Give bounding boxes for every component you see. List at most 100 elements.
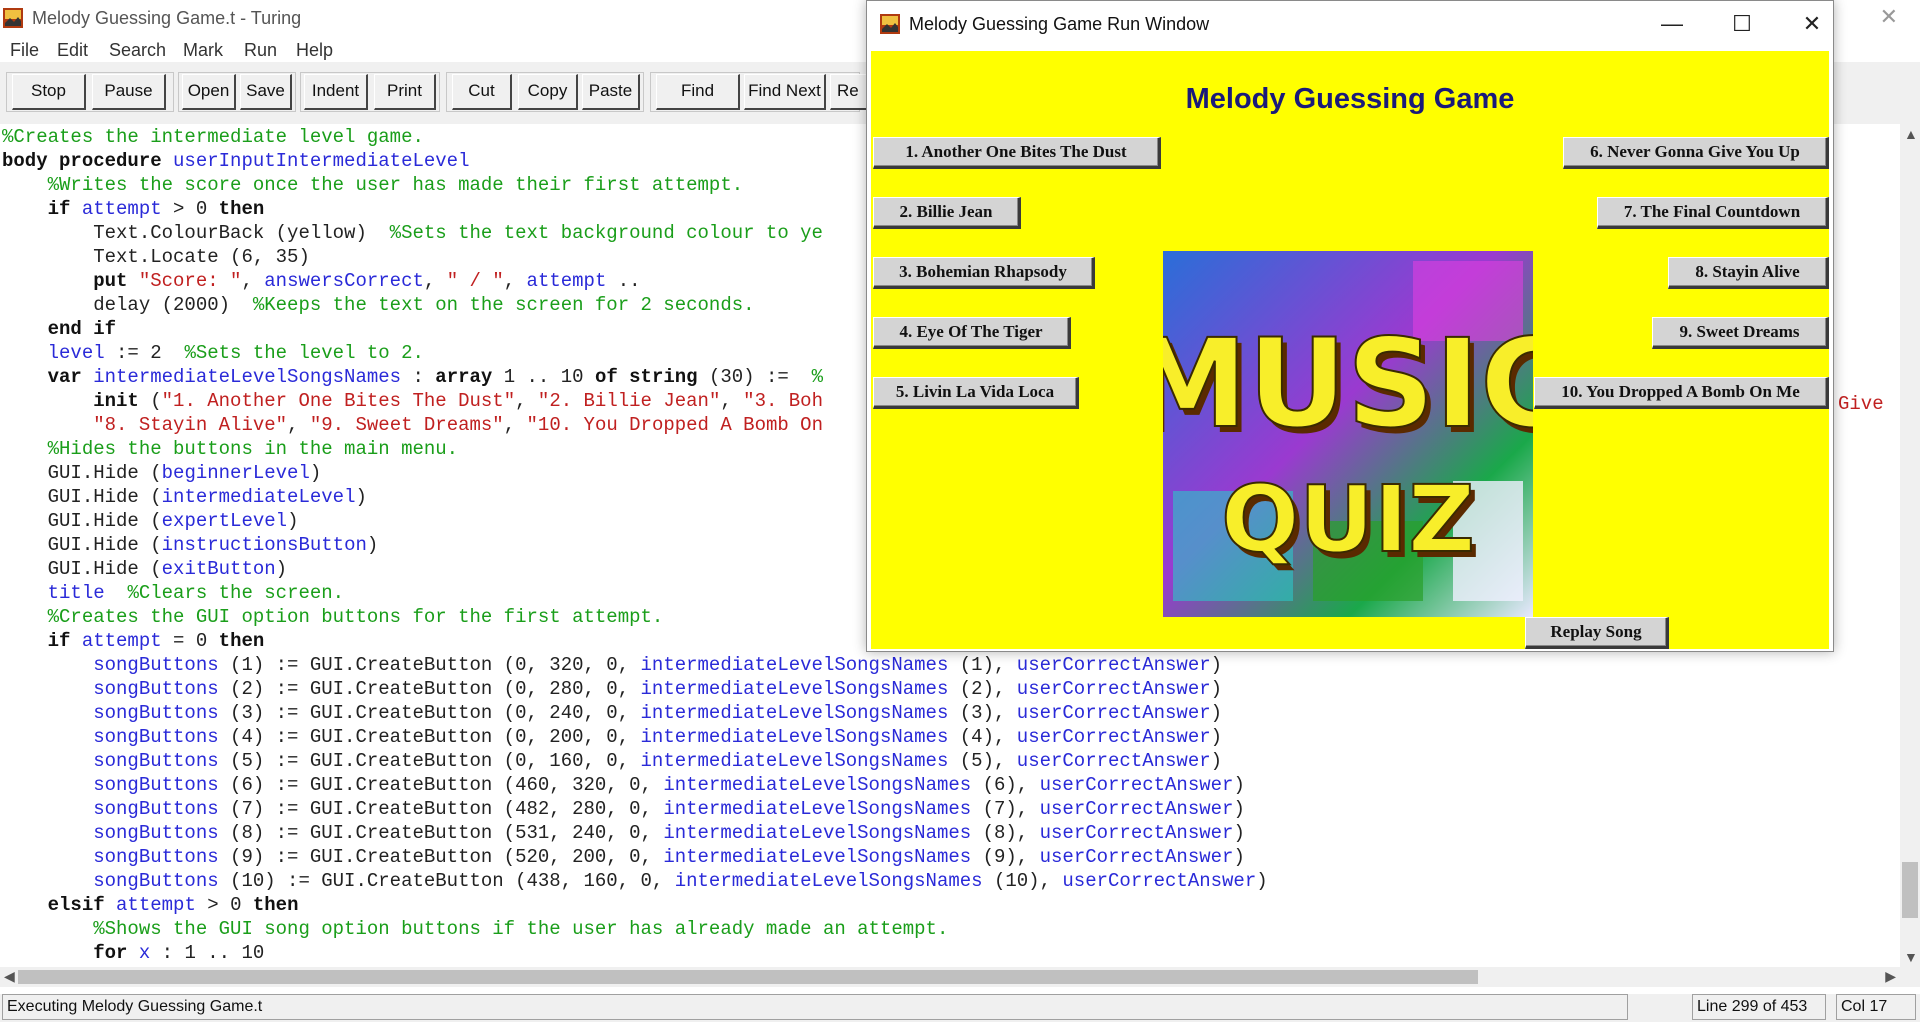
song-button-2[interactable]: 2. Billie Jean: [873, 197, 1021, 229]
code-token: %Writes the score once the user has made…: [47, 174, 744, 196]
code-token: 1 .. 10: [492, 366, 595, 388]
code-token: ,: [503, 270, 527, 292]
code-token: (10),: [982, 870, 1063, 892]
code-token: (4) := GUI.CreateButton (0, 200, 0,: [218, 726, 641, 748]
minimize-icon[interactable]: —: [1657, 9, 1687, 39]
replay-song-button[interactable]: Replay Song: [1525, 617, 1669, 649]
code-token: intermediateLevelSongsNames: [640, 702, 949, 724]
code-line: elsif attempt > 0 then: [2, 893, 299, 917]
code-token: (9),: [971, 846, 1040, 868]
scroll-left-icon[interactable]: ◀: [4, 968, 15, 985]
code-token: put: [93, 270, 139, 292]
code-token: level: [47, 342, 105, 364]
code-token: GUI.Hide (: [2, 486, 162, 508]
logo-quiz-text: QUIZ: [1221, 466, 1475, 573]
code-token: ): [1210, 678, 1223, 700]
scroll-up-icon[interactable]: ▲: [1904, 126, 1918, 142]
find-button[interactable]: Find: [656, 74, 740, 110]
status-message: Executing Melody Guessing Game.t: [2, 994, 1628, 1020]
code-token: attempt: [81, 198, 162, 220]
replace-button[interactable]: Re: [830, 74, 870, 110]
vertical-scrollbar[interactable]: ▲ ▼: [1900, 124, 1920, 967]
code-token: intermediateLevelSongsNames: [640, 678, 949, 700]
code-token: songButtons: [93, 774, 219, 796]
code-token: x: [138, 942, 151, 964]
code-line: songButtons (9) := GUI.CreateButton (520…: [2, 845, 1245, 869]
find-next-button[interactable]: Find Next: [744, 74, 826, 110]
code-token: (8),: [971, 822, 1040, 844]
cut-button[interactable]: Cut: [452, 74, 512, 110]
menu-search[interactable]: Search: [109, 40, 166, 61]
menu-run[interactable]: Run: [244, 40, 277, 61]
song-button-3[interactable]: 3. Bohemian Rhapsody: [873, 257, 1095, 289]
open-button[interactable]: Open: [182, 74, 236, 110]
menu-edit[interactable]: Edit: [57, 40, 88, 61]
song-button-5[interactable]: 5. Livin La Vida Loca: [873, 377, 1079, 409]
code-token: instructionsButton: [161, 534, 367, 556]
song-button-6[interactable]: 6. Never Gonna Give You Up: [1563, 137, 1829, 169]
code-line: songButtons (4) := GUI.CreateButton (0, …: [2, 725, 1222, 749]
code-token: (2) := GUI.CreateButton (0, 280, 0,: [218, 678, 641, 700]
code-token: answersCorrect: [264, 270, 424, 292]
song-button-8[interactable]: 8. Stayin Alive: [1668, 257, 1829, 289]
code-line: songButtons (7) := GUI.CreateButton (482…: [2, 797, 1245, 821]
scroll-down-icon[interactable]: ▼: [1904, 949, 1918, 965]
code-token: songButtons: [93, 822, 219, 844]
song-button-4[interactable]: 4. Eye Of The Tiger: [873, 317, 1071, 349]
scroll-right-icon[interactable]: ▶: [1885, 968, 1896, 985]
print-button[interactable]: Print: [374, 74, 436, 110]
copy-button[interactable]: Copy: [518, 74, 578, 110]
code-token: intermediateLevelSongsNames: [640, 750, 949, 772]
run-window-title: Melody Guessing Game Run Window: [909, 14, 1210, 34]
paste-button[interactable]: Paste: [582, 74, 640, 110]
stop-button[interactable]: Stop: [12, 74, 86, 110]
vertical-scroll-thumb[interactable]: [1902, 862, 1918, 918]
code-token: %: [811, 366, 823, 388]
horizontal-scroll-thumb[interactable]: [18, 970, 1478, 984]
code-token: (30) :=: [697, 366, 812, 388]
close-icon[interactable]: ✕: [1880, 4, 1898, 30]
code-token: userCorrectAnswer: [1039, 774, 1234, 796]
run-window-titlebar: Melody Guessing Game Run Window — ☐ ✕: [867, 1, 1833, 49]
game-title: Melody Guessing Game: [1185, 83, 1515, 115]
maximize-icon[interactable]: ☐: [1727, 9, 1757, 39]
code-token: ): [1233, 774, 1245, 796]
code-line: body procedure userInputIntermediateLeve…: [2, 149, 469, 173]
music-quiz-logo: MUSIC MUSIC QUIZ QUIZ: [1163, 251, 1533, 617]
code-token: : 1 .. 10: [150, 942, 265, 964]
code-token: > 0: [195, 894, 253, 916]
code-token: GUI.Hide (: [2, 558, 162, 580]
code-line: init ("1. Another One Bites The Dust", "…: [2, 389, 823, 413]
close-icon[interactable]: ✕: [1797, 9, 1827, 39]
code-token: ): [1233, 846, 1245, 868]
save-button[interactable]: Save: [240, 74, 292, 110]
code-token: ): [1233, 822, 1245, 844]
code-token: (5) := GUI.CreateButton (0, 160, 0,: [218, 750, 641, 772]
song-button-10[interactable]: 10. You Dropped A Bomb On Me: [1534, 377, 1829, 409]
status-bar: Executing Melody Guessing Game.t Line 29…: [0, 994, 1920, 1022]
song-button-7[interactable]: 7. The Final Countdown: [1597, 197, 1829, 229]
song-button-1[interactable]: 1. Another One Bites The Dust: [873, 137, 1161, 169]
code-token: if: [47, 630, 82, 652]
menu-help[interactable]: Help: [296, 40, 333, 61]
code-token: "3. Boh: [743, 390, 823, 412]
code-token: (6),: [971, 774, 1040, 796]
code-token: intermediateLevelSongsNames: [663, 822, 972, 844]
code-token: %Shows the GUI song option buttons if th…: [93, 918, 949, 940]
pause-button[interactable]: Pause: [92, 74, 166, 110]
horizontal-scrollbar[interactable]: ◀ ▶: [0, 967, 1920, 987]
song-button-9[interactable]: 9. Sweet Dreams: [1652, 317, 1829, 349]
indent-button[interactable]: Indent: [304, 74, 368, 110]
menu-mark[interactable]: Mark: [183, 40, 223, 61]
code-token: expertLevel: [161, 510, 288, 532]
code-token: %Creates the intermediate level game.: [2, 126, 424, 148]
menu-file[interactable]: File: [10, 40, 39, 61]
logo-music-text: MUSIC: [1163, 313, 1533, 455]
code-token: "10. You Dropped A Bomb On: [526, 414, 823, 436]
code-line: Text.Locate (6, 35): [2, 245, 310, 269]
